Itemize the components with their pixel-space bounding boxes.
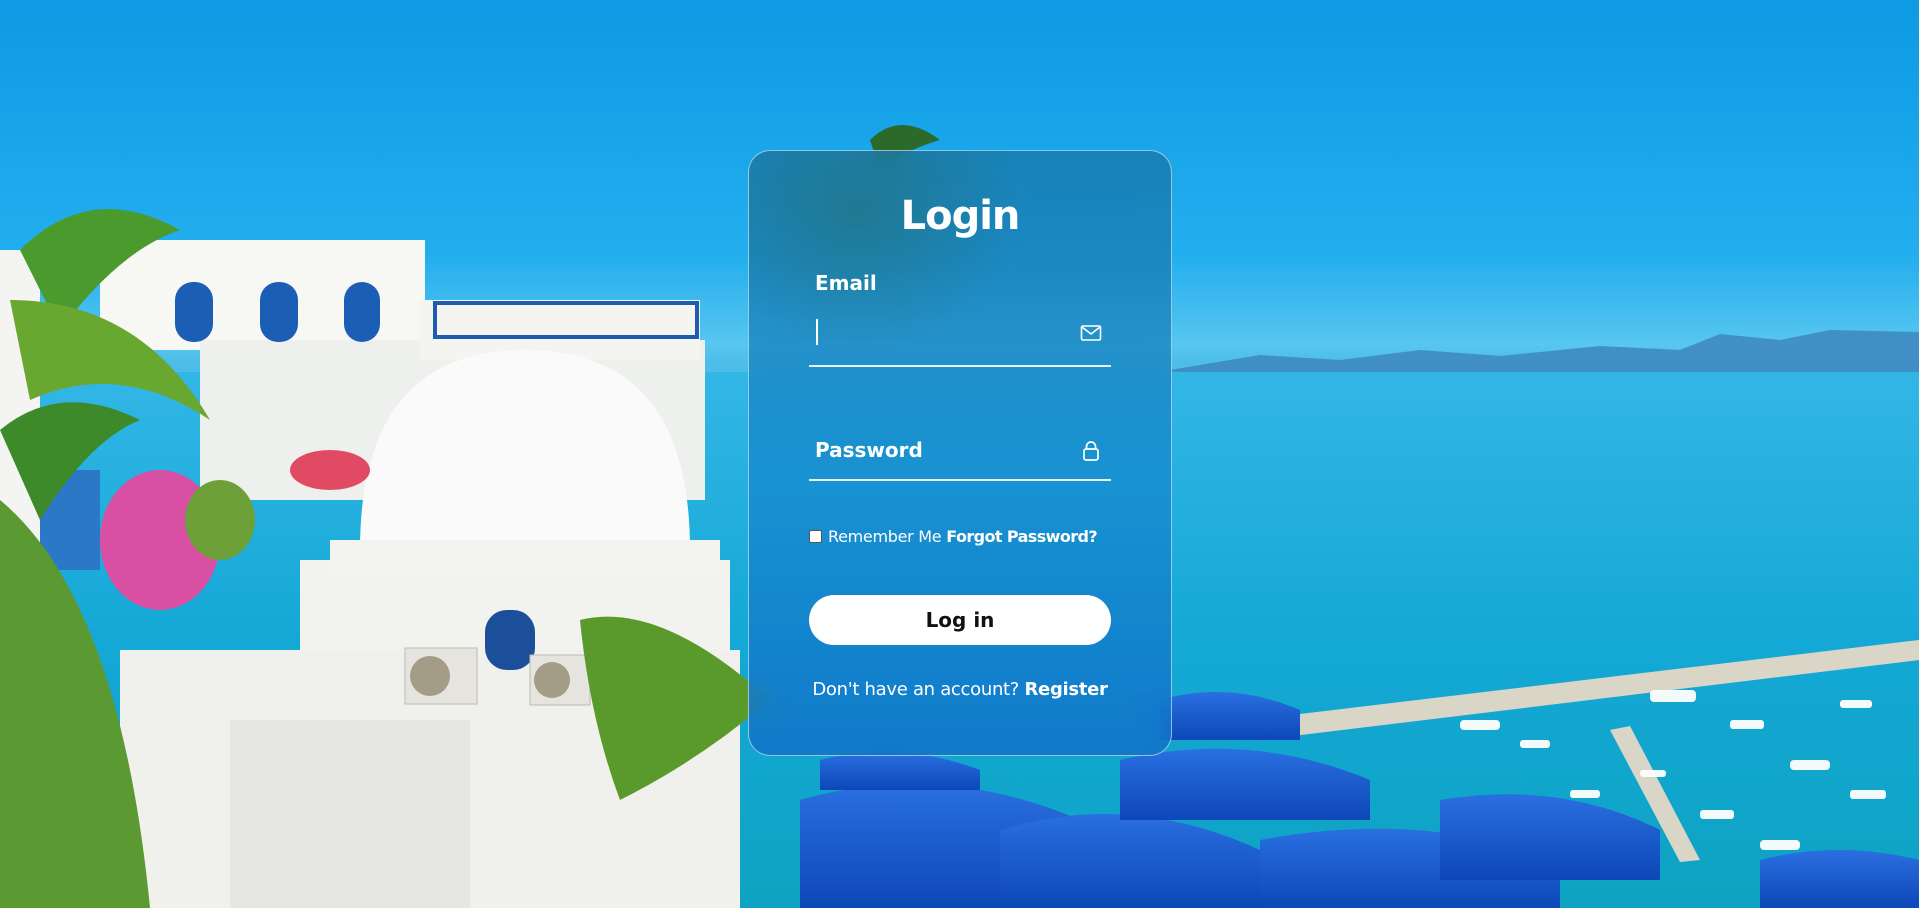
remember-me-label[interactable]: Remember Me [828,527,942,546]
email-field[interactable] [809,301,1111,367]
remember-me-checkbox[interactable] [809,530,822,543]
remember-forgot-row: Remember Me Forgot Password? [809,527,1119,546]
email-input[interactable] [815,315,1071,345]
email-label: Email [815,271,877,295]
password-field[interactable] [809,419,1111,481]
login-card: Login Email Remember Me Forgot Password?… [748,150,1172,756]
envelope-icon [1080,325,1102,341]
login-button[interactable]: Log in [809,595,1111,645]
lock-icon [1083,441,1099,461]
password-input[interactable] [815,435,1071,465]
register-link[interactable]: Register [1025,679,1108,700]
register-row: Don't have an account? Register [749,679,1171,700]
no-account-text: Don't have an account? [812,679,1020,700]
page-title: Login [900,193,1021,239]
forgot-password-link[interactable]: Forgot Password? [946,527,1097,546]
